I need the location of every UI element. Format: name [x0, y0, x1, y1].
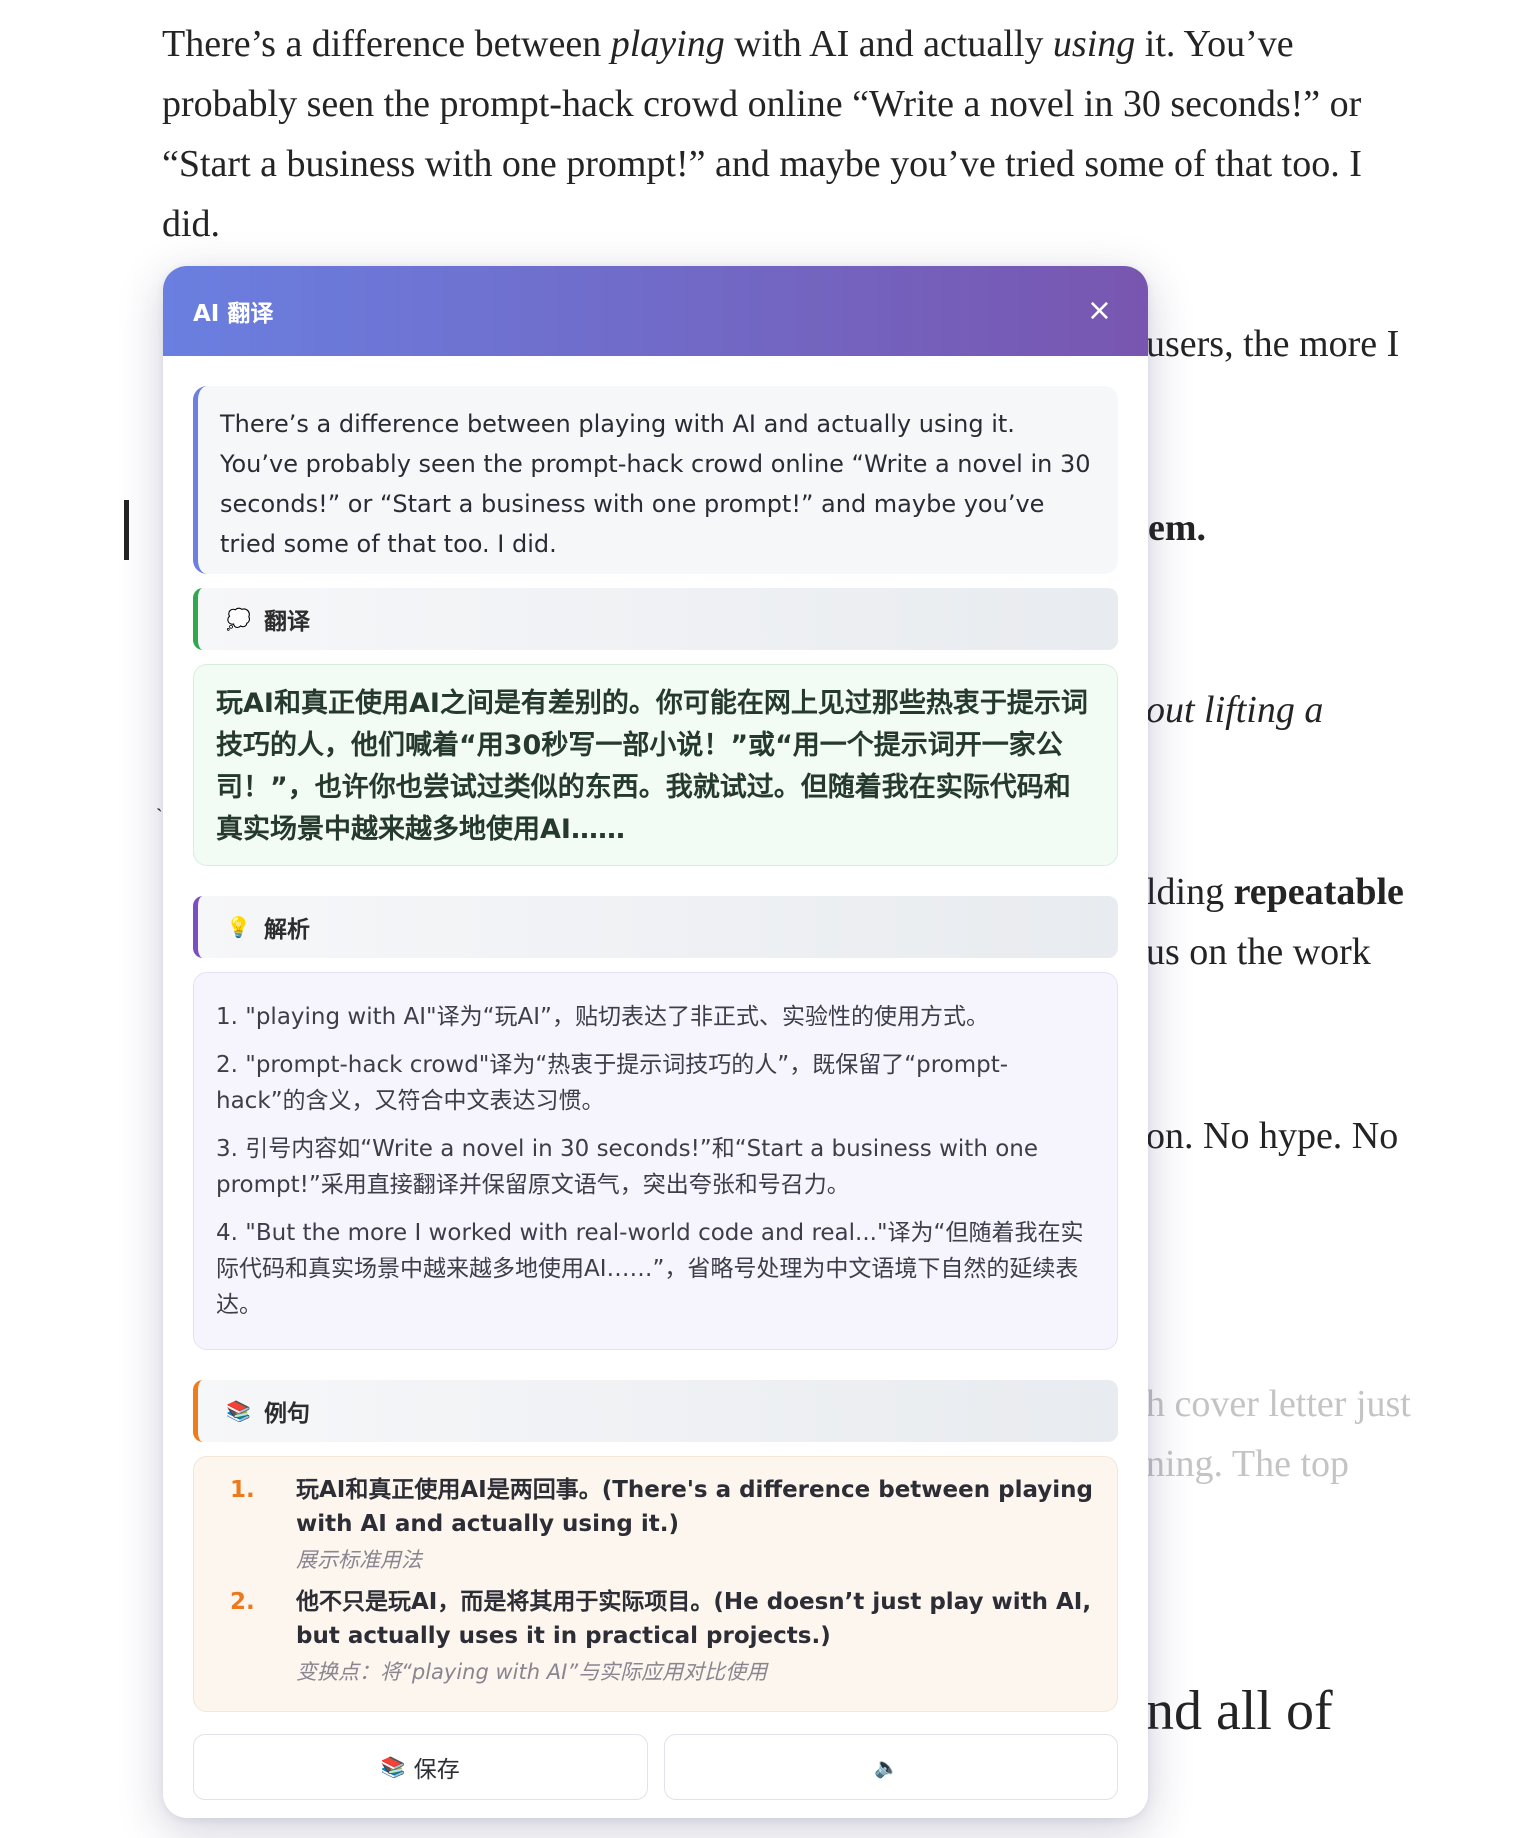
lightbulb-icon: 💡: [226, 915, 251, 939]
blockquote-bar: [124, 500, 129, 560]
panel-body: There’s a difference between playing wit…: [163, 356, 1148, 1800]
speech-bubble-icon: 💭: [226, 607, 251, 631]
article-fragment: lding repeatable: [1146, 862, 1404, 922]
examples-box: 1. 玩AI和真正使用AI是两回事。(There's a difference …: [193, 1456, 1118, 1712]
article-fragment: us on the work: [1146, 931, 1371, 973]
source-text-box: There’s a difference between playing wit…: [193, 386, 1118, 574]
example-number: 2.: [230, 1589, 255, 1615]
article-paragraph: There’s a difference between playing wit…: [162, 14, 1422, 254]
analysis-item: 2. "prompt-hack crowd"译为“热衷于提示词技巧的人”，既保留…: [216, 1052, 1009, 1114]
article-fragment: h cover letter just: [1146, 1383, 1411, 1425]
example-sentence: 他不只是玩AI，而是将其用于实际项目。(He doesn’t just play…: [296, 1589, 1092, 1649]
translation-section-header: 💭 翻译: [193, 588, 1118, 650]
article-text: with AI and actually: [724, 23, 1053, 65]
save-button[interactable]: 📚 保存: [193, 1734, 648, 1800]
article-fragment: on. No hype. No: [1146, 1115, 1399, 1157]
example-number: 1.: [230, 1477, 255, 1503]
example-sentence: 玩AI和真正使用AI是两回事。(There's a difference bet…: [296, 1477, 1093, 1537]
article-text: lding: [1146, 871, 1234, 913]
speaker-icon: 🔈: [874, 1755, 900, 1779]
article-fragment: out lifting a: [1146, 689, 1324, 731]
analysis-section-header: 💡 解析: [193, 896, 1118, 958]
analysis-box: 1. "playing with AI"译为“玩AI”，贴切表达了非正式、实验性…: [193, 972, 1118, 1350]
books-icon: 📚: [380, 1755, 406, 1779]
example-note: 变换点：将“playing with AI”与实际应用对比使用: [296, 1660, 768, 1684]
example-content: 玩AI和真正使用AI是两回事。(There's a difference bet…: [296, 1473, 1095, 1577]
example-item: 1. 玩AI和真正使用AI是两回事。(There's a difference …: [216, 1473, 1095, 1577]
stray-mark: ˎ: [156, 790, 163, 812]
article-emphasis: using: [1052, 23, 1136, 65]
speak-button[interactable]: 🔈: [663, 1734, 1118, 1800]
save-button-label: 保存: [413, 1757, 460, 1783]
books-icon: 📚: [226, 1399, 251, 1423]
article-fragment: ning. The top: [1146, 1443, 1350, 1485]
action-buttons: 📚 保存 🔈: [193, 1734, 1118, 1800]
example-note: 展示标准用法: [296, 1548, 422, 1572]
article-fragment: users, the more I: [1146, 323, 1400, 365]
article-fragment: em.: [1148, 507, 1207, 549]
analysis-item: 4. "But the more I worked with real-worl…: [216, 1220, 1084, 1318]
article-bold-text: repeatable: [1233, 871, 1404, 913]
translation-text-box: 玩AI和真正使用AI之间是有差别的。你可能在网上见过那些热衷于提示词技巧的人，他…: [193, 664, 1118, 866]
section-title: 例句: [264, 1401, 310, 1427]
panel-header: AI 翻译 ×: [163, 266, 1148, 356]
section-title: 翻译: [264, 609, 310, 635]
example-content: 他不只是玩AI，而是将其用于实际项目。(He doesn’t just play…: [296, 1585, 1095, 1689]
article-emphasis: playing: [610, 23, 725, 65]
ai-translate-panel: AI 翻译 × There’s a difference between pla…: [163, 266, 1148, 1818]
analysis-item: 1. "playing with AI"译为“玩AI”，贴切表达了非正式、实验性…: [216, 1004, 989, 1030]
examples-section-header: 📚 例句: [193, 1380, 1118, 1442]
section-title: 解析: [264, 917, 310, 943]
example-item: 2. 他不只是玩AI，而是将其用于实际项目。(He doesn’t just p…: [216, 1585, 1095, 1689]
close-icon[interactable]: ×: [1087, 296, 1112, 326]
panel-title: AI 翻译: [193, 301, 274, 327]
article-fragment: nd all of: [1146, 1680, 1333, 1742]
analysis-item: 3. 引号内容如“Write a novel in 30 seconds!”和“…: [216, 1136, 1039, 1198]
article-text: There’s a difference between: [162, 23, 611, 65]
